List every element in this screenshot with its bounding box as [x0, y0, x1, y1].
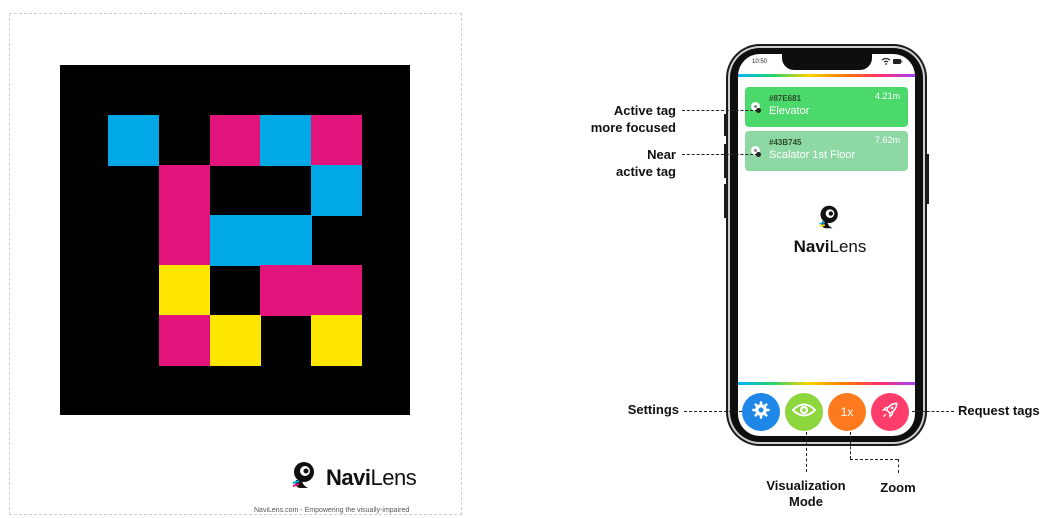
navilens-mascot-icon: [816, 205, 844, 234]
gear-icon: [751, 400, 771, 425]
tag-id: #43B745: [769, 138, 802, 147]
annotation-leader-line: [850, 432, 851, 459]
status-icons: [881, 57, 903, 67]
code-cell: [210, 315, 261, 366]
tag-name: Scalator 1st Floor: [769, 149, 856, 161]
code-cell: [159, 315, 210, 366]
card-brand-logo: NaviLens: [290, 460, 417, 495]
card-tagline: NaviLens.com - Empowering the visually-i…: [254, 507, 410, 514]
annotation-leader-line: [806, 432, 807, 472]
annotation-pin: [756, 108, 761, 113]
status-time: 10:50: [752, 59, 768, 65]
eye-icon: [791, 402, 817, 423]
code-cell: [260, 265, 362, 316]
visualization-mode-button[interactable]: [785, 393, 823, 431]
navilens-code: [60, 65, 410, 415]
app-logo: NaviLens: [790, 204, 870, 257]
code-cell: [260, 115, 311, 166]
code-cell: [311, 315, 362, 366]
phone-side-button: [926, 154, 929, 204]
phone-side-button: [724, 184, 727, 218]
bottom-rainbow-bar: [738, 382, 915, 385]
annotation-near-tag: Near active tag: [616, 147, 676, 179]
rocket-icon: [880, 400, 900, 425]
phone-notch: [782, 54, 872, 70]
navilens-mascot-icon: [290, 460, 320, 495]
annotation-zoom: Zoom: [880, 480, 916, 495]
code-cell: [210, 115, 261, 166]
annotation-leader-line: [682, 154, 758, 155]
settings-button[interactable]: [742, 393, 780, 431]
active-tag-card[interactable]: #87E681 4.21m Elevator: [745, 87, 908, 127]
code-cell: [311, 165, 362, 216]
code-cell: [108, 115, 159, 166]
tag-distance: 7.62m: [874, 135, 900, 145]
annotation-request-tags: Request tags: [958, 403, 1040, 418]
annotation-leader-line: [912, 411, 954, 412]
annotation-settings: Settings: [627, 402, 679, 417]
tag-id: #87E681: [769, 94, 802, 103]
code-cell: [159, 265, 210, 316]
zoom-button[interactable]: 1x: [828, 393, 866, 431]
phone-side-button: [724, 114, 727, 136]
annotation-active-tag: Active tag more focused: [590, 103, 676, 135]
annotation-leader-line: [682, 110, 758, 111]
code-cell: [159, 215, 210, 266]
request-tags-button[interactable]: [871, 393, 909, 431]
code-cell: [311, 115, 362, 166]
near-tag-card[interactable]: #43B745 7.62m Scalator 1st Floor: [745, 131, 908, 171]
phone-mockup: 10:50 #87E681 4.21m Elevator #43B745 7.6…: [724, 44, 929, 446]
tag-distance: 4.21m: [874, 91, 900, 101]
phone-screen: 10:50 #87E681 4.21m Elevator #43B745 7.6…: [738, 54, 915, 436]
annotation-leader-line: [684, 411, 742, 412]
annotation-leader-line: [850, 459, 898, 460]
card-brand-name: NaviLens: [326, 464, 417, 490]
code-cell: [210, 215, 312, 266]
tag-name: Elevator: [769, 105, 810, 117]
annotation-visualization: Visualization Mode: [766, 478, 846, 509]
phone-side-button: [724, 144, 727, 178]
app-brand-name: NaviLens: [793, 237, 867, 256]
annotation-pin: [756, 152, 761, 157]
annotation-leader-line: [898, 459, 899, 473]
code-cell: [159, 165, 210, 216]
top-rainbow-bar: [738, 74, 915, 77]
